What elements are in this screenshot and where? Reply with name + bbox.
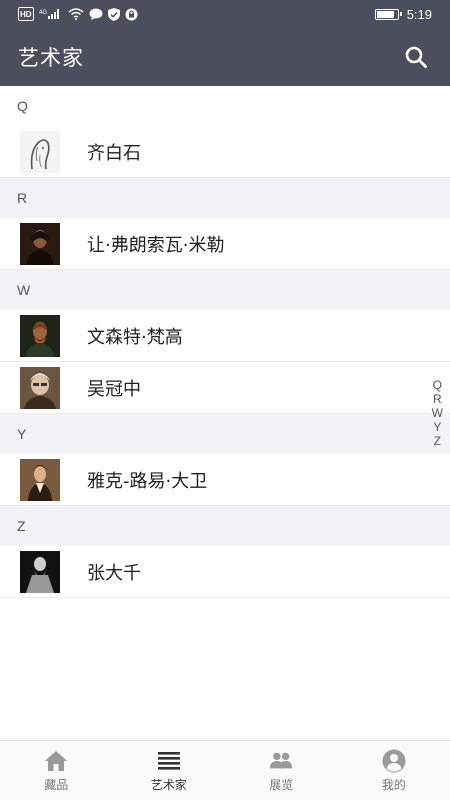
section-header-r: R (0, 178, 450, 218)
section-letter: Q (17, 98, 28, 114)
nav-item-collection[interactable]: 藏品 (0, 741, 113, 800)
bottom-nav: 藏品 艺术家 展览 我的 (0, 740, 450, 800)
artist-name: 吴冠中 (87, 378, 141, 400)
people-icon (269, 749, 293, 773)
network-type-label: 4G (39, 10, 47, 16)
index-letter-q[interactable]: Q (433, 378, 442, 392)
artist-avatar (20, 222, 60, 265)
section-header-q: Q (0, 86, 450, 126)
signal-icon: 4G (39, 7, 63, 21)
user-icon (382, 749, 406, 773)
section-letter: R (17, 190, 28, 206)
message-icon (89, 7, 103, 21)
home-icon (44, 749, 68, 773)
artist-avatar (20, 366, 60, 409)
artist-avatar (20, 458, 60, 501)
nav-label: 展览 (269, 777, 294, 792)
artist-row[interactable]: 雅克-路易·大卫 (0, 454, 450, 506)
hd-icon: HD (18, 7, 34, 21)
artist-avatar (20, 550, 60, 593)
search-button[interactable] (400, 41, 432, 73)
index-letter-w[interactable]: W (432, 406, 443, 420)
status-right: 5:19 (374, 6, 432, 22)
artist-row[interactable]: 齐白石 (0, 126, 450, 178)
status-time: 5:19 (406, 6, 432, 22)
nav-label: 藏品 (44, 777, 69, 792)
vpn-icon (125, 7, 138, 21)
nav-label: 我的 (381, 777, 406, 792)
nav-item-exhibitions[interactable]: 展览 (225, 741, 338, 800)
battery-icon (374, 8, 402, 20)
nav-item-artists[interactable]: 艺术家 (113, 741, 226, 800)
artist-row[interactable]: 让·弗朗索瓦·米勒 (0, 218, 450, 270)
index-letter-r[interactable]: R (433, 392, 442, 406)
nav-label: 艺术家 (150, 777, 187, 792)
nav-item-mine[interactable]: 我的 (338, 741, 450, 800)
section-letter: W (17, 282, 31, 298)
index-letter-y[interactable]: Y (433, 420, 441, 434)
artist-list: Q 齐白石 R 让·弗朗索瓦·米勒 W 文森特·梵高 吴冠中 Y 雅克-路易·大… (0, 86, 450, 598)
wifi-icon (68, 7, 84, 21)
artist-row[interactable]: 吴冠中 (0, 362, 450, 414)
section-letter: Z (17, 518, 26, 534)
page-title: 艺术家 (18, 46, 84, 70)
section-header-y: Y (0, 414, 450, 454)
artist-avatar (20, 314, 60, 357)
app-header: 艺术家 (0, 28, 450, 86)
search-icon (405, 46, 427, 68)
shield-icon (107, 7, 120, 21)
section-letter: Y (17, 426, 27, 442)
section-header-w: W (0, 270, 450, 310)
alphabet-index: Q R W Y Z (432, 378, 443, 448)
status-bar: HD 4G 5:19 (0, 0, 450, 28)
artist-row[interactable]: 张大千 (0, 546, 450, 598)
artist-avatar (20, 130, 60, 173)
artist-name: 文森特·梵高 (87, 326, 183, 348)
index-letter-z[interactable]: Z (434, 434, 441, 448)
app-root: HD 4G 5:19 艺术家 Q 齐白石 R 让·弗朗索瓦·米勒 W 文森特·梵… (0, 0, 450, 800)
status-left: HD 4G (18, 7, 138, 21)
section-header-z: Z (0, 506, 450, 546)
artist-name: 雅克-路易·大卫 (87, 470, 208, 492)
list-icon (157, 749, 181, 773)
artist-name: 让·弗朗索瓦·米勒 (87, 234, 225, 256)
artist-name: 齐白石 (87, 142, 141, 164)
artist-name: 张大千 (87, 562, 141, 584)
artist-row[interactable]: 文森特·梵高 (0, 310, 450, 362)
battery-level (376, 10, 394, 18)
